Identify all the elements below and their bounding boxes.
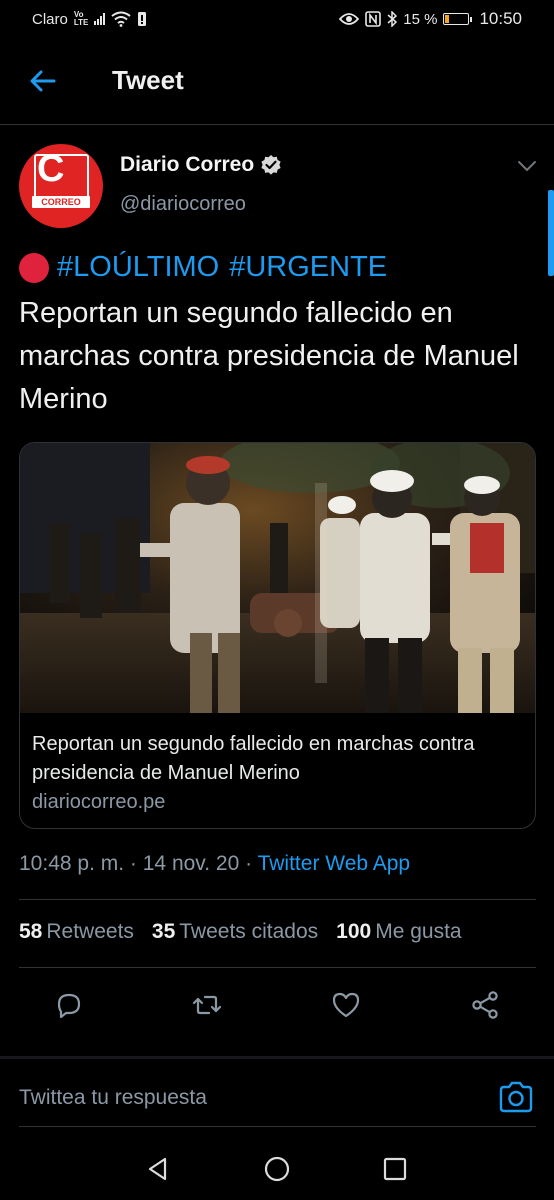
- clock: 10:50: [479, 9, 522, 28]
- avatar-letter: C: [37, 148, 65, 190]
- battery-level-fill: [445, 15, 449, 23]
- meta-separator: ·: [245, 852, 253, 875]
- quotes-stat[interactable]: 35 Tweets citados: [152, 920, 318, 944]
- author-name-text: Diario Correo: [120, 153, 255, 176]
- card-photo: [20, 443, 535, 713]
- stats-divider: [19, 967, 536, 968]
- tweet-source-link[interactable]: Twitter Web App: [258, 852, 411, 875]
- status-bar: Claro Vo LTE 15 % 10:50: [0, 0, 554, 38]
- top-app-bar: Tweet: [0, 50, 554, 120]
- reply-divider: [19, 1126, 536, 1127]
- page-title: Tweet: [112, 65, 184, 95]
- likes-stat[interactable]: 100 Me gusta: [336, 920, 461, 944]
- verified-badge-icon: [261, 155, 281, 175]
- circle-home-icon[interactable]: [262, 1154, 292, 1184]
- chevron-down-icon[interactable]: [516, 158, 538, 174]
- meta-separator: ·: [129, 852, 137, 875]
- eye-icon: [339, 13, 360, 25]
- avatar-word: CORREO: [32, 196, 90, 208]
- notification-alert-icon: [138, 12, 147, 26]
- tweet-hashtags: #LOÚLTIMO #URGENTE: [19, 251, 387, 284]
- status-bar-right: 15 % 10:50: [339, 9, 522, 29]
- author-name[interactable]: Diario Correo: [120, 153, 282, 177]
- heart-icon[interactable]: [330, 989, 362, 1021]
- bluetooth-icon: [387, 11, 398, 27]
- wifi-icon: [111, 11, 131, 27]
- tweet-stats: 58 Retweets 35 Tweets citados 100 Me gusta: [19, 920, 462, 944]
- arrow-left-icon[interactable]: [28, 66, 58, 96]
- reply-bar: Twittea tu respuesta: [0, 1060, 554, 1128]
- reply-icon[interactable]: [53, 989, 85, 1021]
- volte-indicator: Vo LTE: [73, 10, 89, 27]
- header-divider: [0, 124, 554, 125]
- status-bar-left: Claro Vo LTE: [32, 11, 147, 28]
- signal-icon: [94, 13, 106, 25]
- tweet-timestamp: 10:48 p. m. · 14 nov. 20 · Twitter Web A…: [19, 852, 410, 876]
- battery-icon: [443, 13, 473, 25]
- nfc-icon: [365, 11, 382, 27]
- camera-icon[interactable]: [498, 1080, 534, 1114]
- red-circle-emoji: [19, 252, 49, 283]
- retweets-stat[interactable]: 58 Retweets: [19, 920, 134, 944]
- hashtag-link[interactable]: #URGENTE: [229, 251, 387, 284]
- card-title: Reportan un segundo fallecido en marchas…: [32, 733, 475, 784]
- hashtag-link[interactable]: #LOÚLTIMO: [57, 251, 219, 284]
- tweet-date: 14 nov. 20: [142, 852, 240, 875]
- triangle-back-icon[interactable]: [143, 1154, 173, 1184]
- share-icon[interactable]: [469, 989, 501, 1021]
- avatar[interactable]: C CORREO: [19, 144, 103, 228]
- tweet-actions: [0, 975, 554, 1035]
- carrier-label: Claro: [32, 10, 68, 28]
- square-recents-icon[interactable]: [380, 1154, 410, 1184]
- retweet-icon[interactable]: [191, 989, 223, 1021]
- scrollbar-thumb[interactable]: [548, 190, 554, 276]
- system-nav-bar: [0, 1130, 554, 1200]
- tweet-time: 10:48 p. m.: [19, 852, 125, 875]
- reply-input[interactable]: Twittea tu respuesta: [19, 1086, 207, 1110]
- card-domain: diariocorreo.pe: [32, 791, 166, 813]
- battery-percent: 15 %: [403, 10, 438, 28]
- tweet-text: Reportan un segundo fallecido en marchas…: [19, 297, 519, 415]
- meta-divider: [19, 899, 536, 900]
- actions-divider: [0, 1056, 554, 1059]
- author-handle[interactable]: @diariocorreo: [120, 193, 246, 216]
- link-card[interactable]: Reportan un segundo fallecido en marchas…: [19, 442, 536, 829]
